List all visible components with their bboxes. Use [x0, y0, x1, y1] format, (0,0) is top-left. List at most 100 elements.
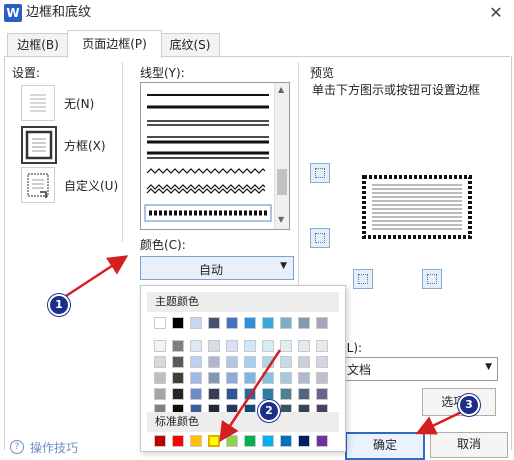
right-border-button[interactable] [422, 269, 442, 289]
chevron-down-icon: ▼ [485, 362, 492, 372]
theme-color-swatch[interactable] [280, 317, 292, 329]
preview-heading: 预览 [310, 66, 335, 80]
theme-color-swatch[interactable] [262, 317, 274, 329]
help-circle-icon[interactable]: ? [10, 440, 24, 454]
theme-colors-header: 主题颜色 [147, 292, 339, 312]
theme-tint-swatch[interactable] [280, 356, 292, 368]
standard-color-swatch[interactable] [262, 435, 274, 447]
theme-tint-swatch[interactable] [190, 340, 202, 352]
scroll-up-icon[interactable]: ▲ [278, 85, 284, 94]
theme-tint-swatch[interactable] [316, 372, 328, 384]
theme-tint-swatch[interactable] [190, 372, 202, 384]
standard-color-swatch[interactable] [172, 435, 184, 447]
theme-tint-swatch[interactable] [190, 356, 202, 368]
theme-tint-swatch[interactable] [244, 372, 256, 384]
theme-color-swatch[interactable] [154, 317, 166, 329]
theme-color-swatch[interactable] [226, 317, 238, 329]
scroll-down-icon[interactable]: ▼ [278, 215, 284, 224]
theme-tint-swatch[interactable] [262, 340, 274, 352]
theme-tint-swatch[interactable] [316, 340, 328, 352]
standard-color-swatch[interactable] [190, 435, 202, 447]
color-picker-popup: 主题颜色 标准颜色 [140, 285, 346, 452]
setting-box-icon[interactable] [21, 126, 57, 164]
setting-none-icon[interactable] [21, 85, 55, 121]
wps-writer-icon: W [4, 4, 22, 22]
setting-none-label[interactable]: 无(N) [64, 96, 94, 112]
apply-to-select[interactable]: 文档 ▼ [342, 357, 498, 381]
line-style-list[interactable]: ▲ ▼ [140, 82, 290, 230]
theme-tint-swatch[interactable] [208, 340, 220, 352]
theme-tint-swatch[interactable] [190, 388, 202, 400]
theme-tint-swatch[interactable] [262, 356, 274, 368]
theme-tint-swatch[interactable] [280, 388, 292, 400]
theme-tint-swatch[interactable] [244, 340, 256, 352]
theme-tint-swatch[interactable] [154, 340, 166, 352]
theme-tint-swatch[interactable] [226, 356, 238, 368]
setting-box-label[interactable]: 方框(X) [64, 138, 106, 154]
theme-tint-swatch[interactable] [226, 340, 238, 352]
standard-color-swatch[interactable] [226, 435, 238, 447]
tips-link[interactable]: 操作技巧 [30, 440, 78, 456]
standard-color-swatch[interactable] [208, 435, 220, 447]
color-label: 颜色(C): [140, 238, 186, 252]
top-border-button[interactable] [310, 163, 330, 183]
close-icon[interactable]: ✕ [484, 2, 508, 24]
tab-page-border[interactable]: 页面边框(P) [67, 30, 162, 58]
theme-color-swatch[interactable] [316, 317, 328, 329]
theme-color-swatch[interactable] [208, 317, 220, 329]
theme-tint-swatch[interactable] [172, 388, 184, 400]
standard-color-swatch[interactable] [316, 435, 328, 447]
window-title: 边框和底纹 [26, 5, 92, 20]
theme-tint-swatch[interactable] [298, 388, 310, 400]
theme-tint-swatch[interactable] [226, 388, 238, 400]
chevron-down-icon: ▼ [280, 261, 287, 271]
theme-color-swatch[interactable] [172, 317, 184, 329]
theme-tint-swatch[interactable] [154, 372, 166, 384]
standard-colors-header: 标准颜色 [147, 412, 339, 432]
color-dropdown[interactable]: 自动 ▼ [140, 256, 294, 280]
tab-shading[interactable]: 底纹(S) [160, 33, 220, 57]
tab-borders[interactable]: 边框(B) [7, 33, 69, 57]
ok-button[interactable]: 确定 [345, 432, 425, 460]
theme-tint-swatch[interactable] [154, 388, 166, 400]
theme-tint-swatch[interactable] [172, 340, 184, 352]
theme-tint-swatch[interactable] [262, 388, 274, 400]
theme-tint-swatch[interactable] [208, 388, 220, 400]
theme-color-swatch[interactable] [190, 317, 202, 329]
theme-tint-swatch[interactable] [172, 356, 184, 368]
theme-tint-swatch[interactable] [208, 356, 220, 368]
theme-tint-swatch[interactable] [244, 388, 256, 400]
theme-tint-swatch[interactable] [298, 356, 310, 368]
standard-color-swatch[interactable] [298, 435, 310, 447]
setting-custom-label[interactable]: 自定义(U) [64, 178, 118, 194]
theme-tint-swatch[interactable] [208, 372, 220, 384]
annotation-badge-1: 1 [48, 294, 70, 316]
annotation-badge-2: 2 [258, 400, 280, 422]
theme-tint-swatch[interactable] [154, 356, 166, 368]
theme-tint-swatch[interactable] [226, 372, 238, 384]
setting-custom-icon[interactable] [21, 167, 55, 203]
theme-tint-swatch[interactable] [316, 388, 328, 400]
theme-tint-swatch[interactable] [172, 372, 184, 384]
standard-color-swatch[interactable] [154, 435, 166, 447]
theme-tint-swatch[interactable] [280, 372, 292, 384]
standard-color-swatch[interactable] [280, 435, 292, 447]
scroll-thumb[interactable] [277, 169, 287, 195]
theme-tint-swatch[interactable] [244, 356, 256, 368]
left-border-button[interactable] [353, 269, 373, 289]
line-style-scrollbar[interactable]: ▲ ▼ [274, 83, 289, 229]
theme-tint-swatch[interactable] [262, 372, 274, 384]
color-value: 自动 [199, 263, 224, 277]
theme-color-swatch[interactable] [298, 317, 310, 329]
theme-tint-swatch[interactable] [280, 340, 292, 352]
theme-color-swatch[interactable] [244, 317, 256, 329]
theme-tint-swatch[interactable] [316, 356, 328, 368]
theme-tint-swatch[interactable] [298, 372, 310, 384]
standard-color-swatch[interactable] [244, 435, 256, 447]
settings-heading: 设置: [12, 66, 41, 80]
border-preview-page[interactable] [362, 175, 472, 239]
theme-tint-swatch[interactable] [298, 340, 310, 352]
cancel-button[interactable]: 取消 [430, 432, 508, 458]
divider-left [122, 62, 123, 242]
bottom-border-button[interactable] [310, 228, 330, 248]
